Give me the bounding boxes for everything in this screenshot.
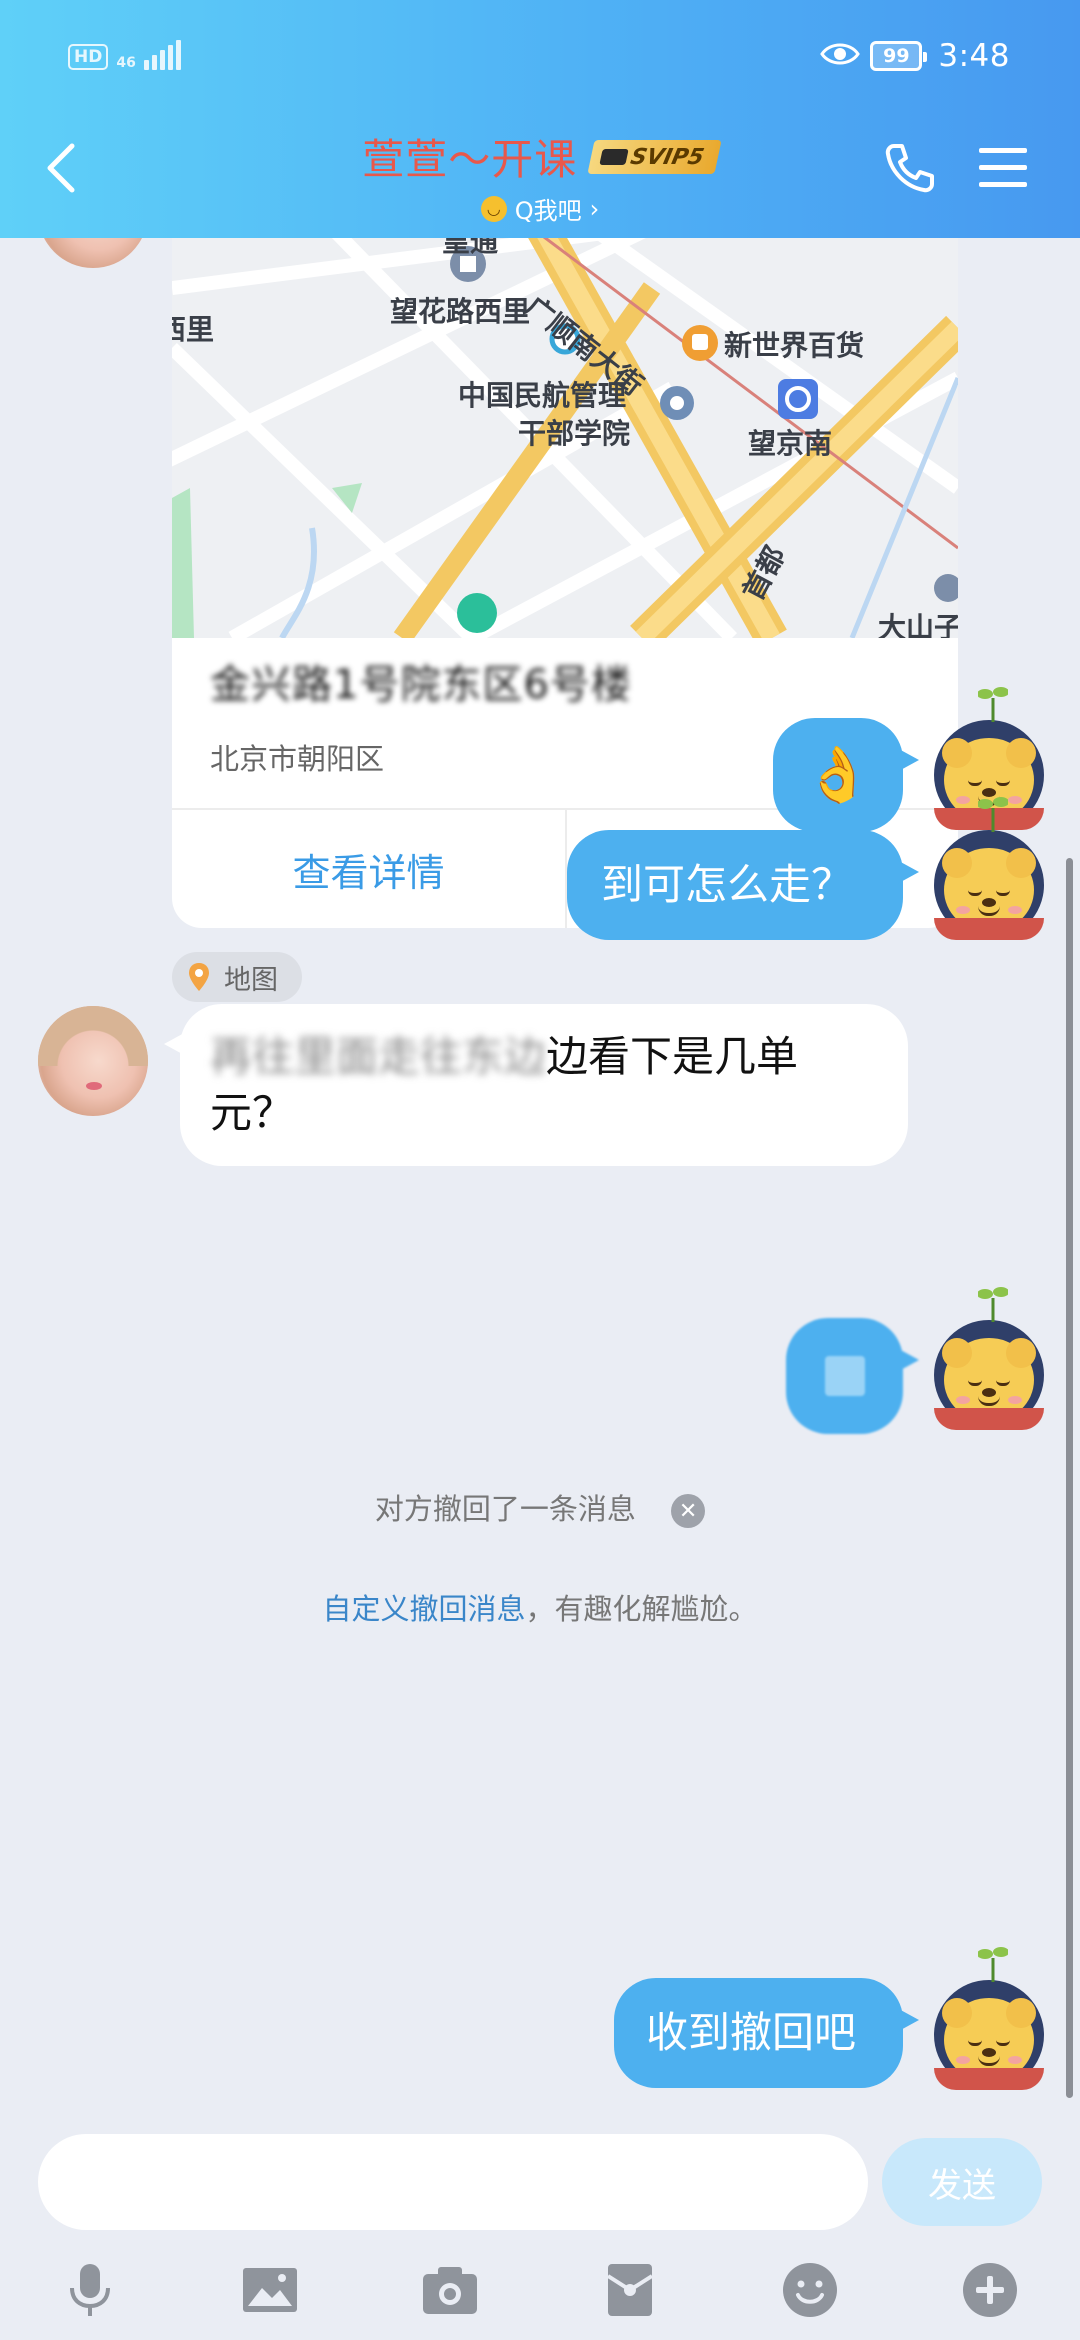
reply-line-2: 元？ bbox=[210, 1088, 295, 1137]
map-label-street-top: 皇通 bbox=[442, 238, 499, 258]
avatar-hair bbox=[38, 1006, 148, 1066]
close-icon[interactable]: ✕ bbox=[671, 1494, 706, 1528]
bear-ear bbox=[942, 1998, 972, 2028]
map-label-dashanzi: 大山子 bbox=[878, 611, 958, 638]
map-label-wanghua: 望花路西里 bbox=[390, 295, 531, 328]
my-avatar[interactable] bbox=[934, 1947, 1044, 2090]
withdrawn-text: 对方撤回了一条消息 bbox=[374, 1492, 636, 1526]
map-label-caac-2: 干部学院 bbox=[518, 417, 631, 450]
network-label: 46 bbox=[116, 55, 136, 71]
sprout-icon bbox=[978, 687, 1008, 722]
map-tag-label: 地图 bbox=[224, 964, 278, 996]
contact-avatar-top[interactable] bbox=[38, 238, 148, 268]
custom-recall-tip: 自定义撤回消息，有趣化解尴尬。 bbox=[0, 1586, 1080, 1628]
send-button[interactable]: 发送 bbox=[882, 2138, 1042, 2226]
chat-title[interactable]: 萱萱～开课 bbox=[362, 126, 577, 187]
message-text: 到可怎么走？ bbox=[601, 860, 854, 909]
hd-badge: HD bbox=[68, 44, 109, 70]
bear-collar bbox=[934, 2068, 1044, 2090]
svip-label: SVIP5 bbox=[628, 144, 707, 169]
location-title: 金兴路1号院东区6号楼 bbox=[210, 662, 632, 708]
svip-crown-icon bbox=[599, 148, 629, 165]
chat-header: HD 46 99 3:48 萱萱～开课 SVIP5 ◡ Q我吧 › bbox=[0, 0, 1080, 238]
map-label-wangjing-south: 望京南 bbox=[748, 427, 833, 460]
reply-visible-text: 边看下是几单 bbox=[546, 1032, 799, 1081]
signal-icon bbox=[143, 40, 181, 70]
my-avatar[interactable] bbox=[934, 1287, 1044, 1430]
bear-ear bbox=[942, 1338, 972, 1368]
blurred-image bbox=[824, 1356, 865, 1396]
message-text: 收到撤回吧 bbox=[646, 2008, 857, 2057]
withdrawn-notice: 对方撤回了一条消息 ✕ bbox=[0, 1486, 1080, 1528]
status-bar: HD 46 99 3:48 bbox=[0, 0, 1080, 120]
location-address: 北京市朝阳区 bbox=[210, 742, 385, 776]
microphone-icon[interactable] bbox=[60, 2260, 120, 2320]
map-tag[interactable]: 地图 bbox=[172, 952, 302, 1002]
map-label-caac-1: 中国民航管理 bbox=[458, 379, 627, 412]
bear-ear bbox=[942, 848, 972, 878]
bear-ear bbox=[1006, 738, 1036, 768]
sprout-icon bbox=[978, 1947, 1008, 1982]
hamburger-menu-icon bbox=[979, 148, 1027, 187]
phone-call-button[interactable] bbox=[880, 138, 940, 198]
sprout-icon bbox=[978, 797, 1008, 832]
status-left: HD 46 bbox=[68, 40, 181, 70]
my-avatar[interactable] bbox=[934, 797, 1044, 940]
red-packet-icon[interactable] bbox=[600, 2260, 660, 2320]
custom-recall-text: ，有趣化解尴尬。 bbox=[525, 1592, 758, 1626]
emoji-icon[interactable] bbox=[780, 2260, 840, 2320]
avatar-lips bbox=[86, 1082, 102, 1090]
status-subtitle[interactable]: ◡ Q我吧 › bbox=[480, 191, 600, 226]
map-preview[interactable]: 皇通 望花路西里 广顺南大街 西里 新世界百货 中国民航管理 干部学院 望京南 … bbox=[172, 238, 958, 638]
status-time: 3:48 bbox=[938, 38, 1010, 74]
location-pin-icon bbox=[188, 962, 210, 992]
message-input[interactable] bbox=[38, 2134, 868, 2230]
image-icon[interactable] bbox=[240, 2260, 300, 2320]
phone-icon bbox=[885, 144, 934, 193]
camera-icon[interactable] bbox=[420, 2260, 480, 2320]
scrollbar[interactable] bbox=[1066, 858, 1073, 2098]
eye-icon bbox=[820, 40, 861, 72]
reply-line-1: 再往里面走往东边边看下是几单 bbox=[210, 1029, 798, 1085]
subtitle-chevron-icon: › bbox=[589, 194, 600, 223]
map-label-xishili: 西里 bbox=[172, 313, 215, 346]
status-right: 99 3:48 bbox=[820, 38, 1010, 74]
input-area: 发送 bbox=[0, 2108, 1080, 2340]
contact-avatar[interactable] bbox=[38, 1006, 148, 1116]
message-bubble-last[interactable]: 收到撤回吧 bbox=[614, 1978, 919, 2088]
message-bubble-emoji[interactable]: 👌 bbox=[773, 718, 919, 832]
view-details-button[interactable]: 查看详情 bbox=[172, 810, 565, 928]
map-label-new-world: 新世界百货 bbox=[724, 329, 865, 362]
title-line: 萱萱～开课 SVIP5 bbox=[362, 126, 722, 187]
battery-icon: 99 bbox=[870, 41, 928, 71]
message-list[interactable]: 皇通 望花路西里 广顺南大街 西里 新世界百货 中国民航管理 干部学院 望京南 … bbox=[0, 238, 1080, 2108]
bear-collar bbox=[934, 1408, 1044, 1430]
subtitle-text: Q我吧 bbox=[514, 197, 582, 225]
battery-level: 99 bbox=[883, 45, 910, 67]
message-bubble-image[interactable] bbox=[786, 1318, 919, 1434]
bear-ear bbox=[1006, 1998, 1036, 2028]
ok-hand-emoji: 👌 bbox=[804, 743, 872, 806]
sprout-icon bbox=[978, 1287, 1008, 1322]
bear-collar bbox=[934, 918, 1044, 940]
plus-icon[interactable] bbox=[960, 2260, 1020, 2320]
bear-ear bbox=[1006, 848, 1036, 878]
bear-ear bbox=[942, 738, 972, 768]
message-bubble-reply[interactable]: 再往里面走往东边边看下是几单 元？ bbox=[164, 1004, 908, 1166]
smile-icon: ◡ bbox=[480, 195, 507, 222]
svip-badge[interactable]: SVIP5 bbox=[587, 139, 722, 174]
menu-button[interactable] bbox=[975, 140, 1031, 196]
message-bubble-question[interactable]: 到可怎么走？ bbox=[567, 830, 919, 940]
bear-ear bbox=[1006, 1338, 1036, 1368]
reply-hidden-text: 再往里面走往东边 bbox=[210, 1032, 547, 1081]
custom-recall-link[interactable]: 自定义撤回消息 bbox=[322, 1592, 525, 1626]
